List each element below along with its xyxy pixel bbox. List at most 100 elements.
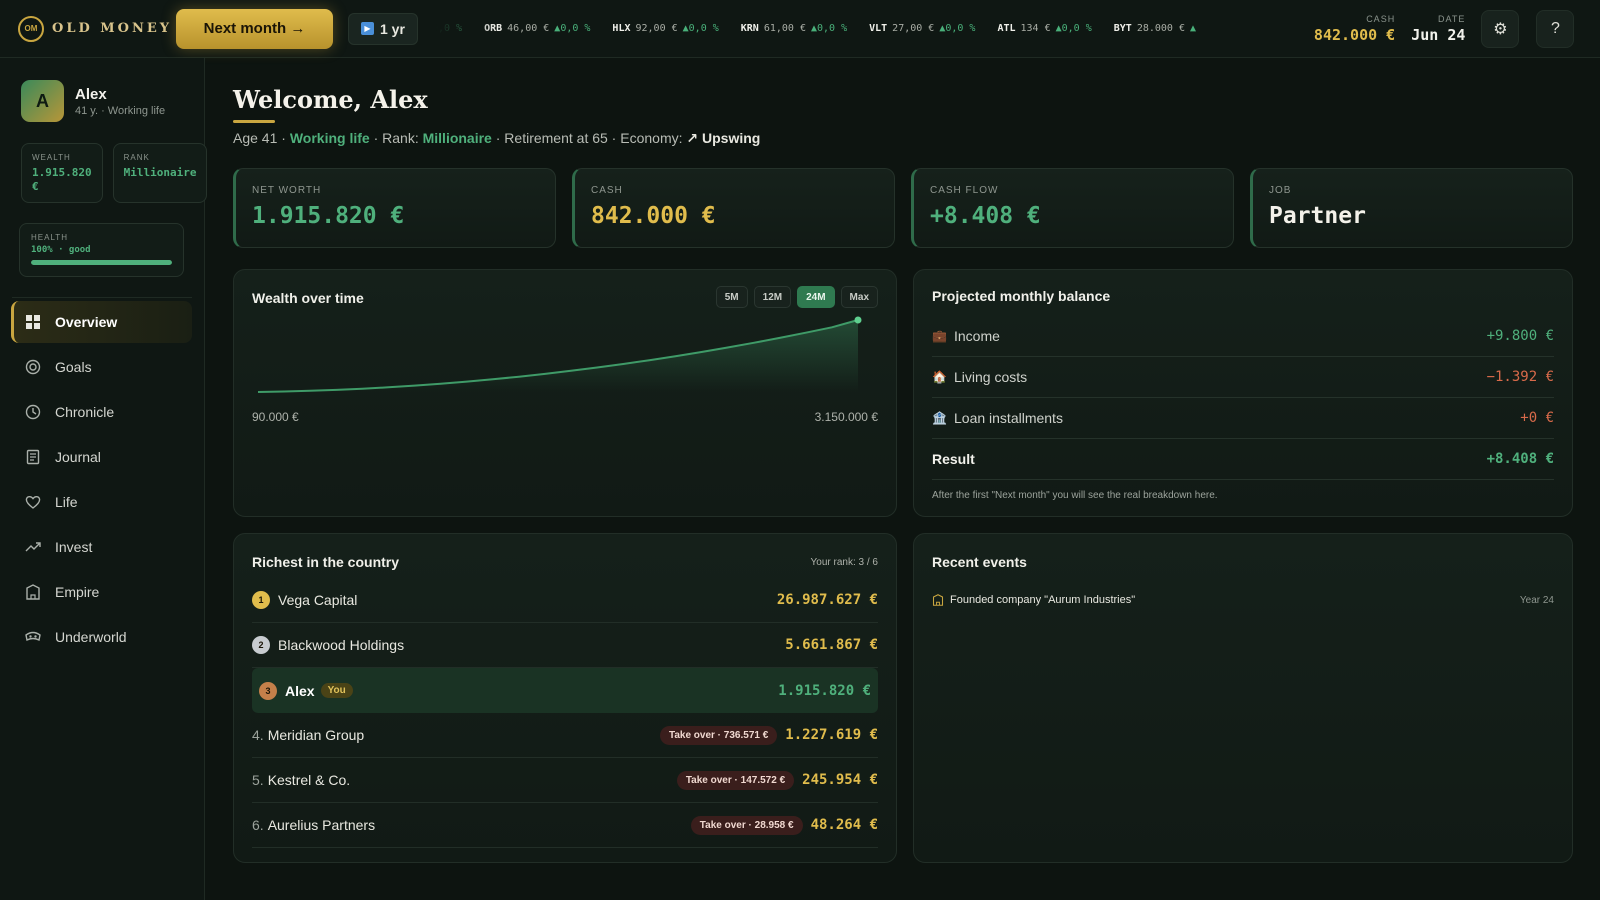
richest-amount: 1.227.619 € (785, 727, 878, 743)
help-button[interactable]: ? (1536, 9, 1575, 48)
wealth-label: WEALTH (32, 153, 71, 162)
main-nav: Overview Goals Chronicle Journal Life Invest E… (0, 301, 204, 658)
you-badge: You (320, 683, 353, 698)
stat-card-job: JOB Partner (1250, 168, 1573, 248)
ticker-price: 92,00 € (635, 23, 678, 34)
takeover-button[interactable]: Take over · 147.572 € (676, 770, 795, 790)
stat-label: NET WORTH (252, 185, 322, 196)
sidebar: A Alex 41 y. · Working life WEALTH 1.915… (0, 58, 207, 900)
economy-prefix: Economy: (620, 130, 683, 146)
richest-panel: Richest in the country Your rank: 3 / 6 … (233, 533, 897, 863)
richest-row: 5. Kestrel & Co. Take over · 147.572 € 245.… (252, 758, 878, 803)
brand-name: OLD MONEY (52, 21, 173, 36)
nav-item-underworld[interactable]: Underworld (11, 616, 192, 658)
richest-amount: 5.661.867 € (785, 637, 878, 653)
clock-icon (25, 404, 41, 420)
ticker-price: 134 € (1020, 23, 1051, 34)
cash-label: CASH (1366, 13, 1396, 24)
rank-number: 6. (252, 817, 264, 833)
wealth-area (258, 320, 858, 392)
balance-label: Living costs (954, 369, 1028, 385)
nav-label: Invest (55, 539, 93, 555)
ticker-symbol: KRN (740, 23, 759, 34)
event-item: Founded company "Aurum Industries" Year 2… (932, 594, 1554, 606)
speed-label: 1 yr (380, 20, 405, 37)
stat-value: +8.408 € (930, 203, 1041, 229)
nav-item-goals[interactable]: Goals (11, 346, 192, 388)
range-12m[interactable]: 12M (753, 286, 792, 308)
heart-icon (25, 494, 41, 510)
profile-name: Alex (75, 85, 107, 103)
grid-icon (25, 314, 41, 330)
takeover-button[interactable]: Take over · 28.958 € (690, 815, 803, 835)
rank-number: 4. (252, 727, 264, 743)
nav-item-invest[interactable]: Invest (11, 526, 192, 568)
wealth-chart (257, 316, 862, 393)
health-label: HEALTH (31, 233, 68, 242)
trend-icon (25, 539, 41, 555)
nav-label: Journal (55, 449, 101, 465)
ticker-change: ▲0,0 % (810, 23, 848, 34)
settings-button[interactable]: ⚙ (1481, 9, 1520, 48)
stat-card-cash-flow: CASH FLOW +8.408 € (911, 168, 1234, 248)
balance-row-loan-installments: 🏦 Loan installments +0 € (932, 398, 1554, 439)
trend-up-icon: ↗ (686, 130, 699, 146)
building-icon (932, 594, 944, 606)
profile: A Alex 41 y. · Working life (21, 80, 204, 122)
range-max[interactable]: Max (840, 286, 878, 308)
health-card: HEALTH 100% · good (19, 223, 184, 277)
stat-value: 842.000 € (591, 203, 716, 229)
ticker-item: KRN 61,00 € ▲0,0 % (741, 23, 847, 34)
nav-label: Underworld (55, 629, 127, 645)
nav-label: Overview (55, 314, 118, 330)
stock-ticker: €▲0,0 %ORB46,00 €▲0,0 %HLX92,00 €▲0,0 %K… (436, 0, 1306, 58)
house-icon: 🏠 (932, 370, 947, 384)
logo-mark: OM (18, 15, 44, 42)
ticker-price: 28.000 € (1136, 23, 1185, 34)
rank-medal: 2 (252, 636, 270, 654)
profile-subtitle: 41 y. · Working life (75, 104, 166, 117)
nav-item-life[interactable]: Life (11, 481, 192, 523)
speed-button[interactable]: ▶ 1 yr (348, 12, 418, 45)
stat-card-cash: CASH 842.000 € (572, 168, 895, 248)
ticker-change: ▲0,0 % (939, 23, 976, 34)
stat-label: JOB (1269, 185, 1292, 196)
richest-row: 1 Vega Capital 26.987.627 € (252, 578, 878, 623)
fast-forward-icon: ▶ (361, 22, 374, 35)
range-24m[interactable]: 24M (797, 286, 835, 308)
richest-amount: 48.264 € (810, 817, 878, 833)
balance-label: Loan installments (954, 410, 1063, 426)
richest-amount: 1.915.820 € (778, 682, 871, 699)
richest-name: Vega Capital (278, 592, 358, 608)
ticker-item: VLT 27,00 € ▲0,0 % (869, 23, 975, 34)
ticker-symbol: ORB (484, 23, 503, 34)
age-text: Age 41 (233, 130, 278, 146)
ticker-item: HLX 92,00 € ▲0,0 % (612, 23, 718, 34)
wealth-chart-title: Wealth over time (252, 290, 364, 306)
nav-item-journal[interactable]: Journal (11, 436, 192, 478)
nav-item-overview[interactable]: Overview (11, 301, 192, 343)
nav-label: Chronicle (55, 404, 115, 420)
ticker-item: ORB 46,00 € ▲0,0 % (484, 23, 590, 34)
stat-card-net-worth: NET WORTH 1.915.820 € (233, 168, 556, 248)
events-title: Recent events (932, 554, 1027, 570)
balance-result-row: Result +8.408 € (932, 439, 1554, 480)
takeover-button[interactable]: Take over · 736.571 € (659, 725, 778, 745)
health-bar-fill (31, 260, 172, 265)
chart-max-label: 3.150.000 € (814, 410, 878, 424)
richest-name: Alex (285, 682, 315, 699)
rank-prefix: Rank: (382, 130, 419, 146)
ticker-price: 46,00 € (507, 23, 550, 34)
ticker-change: ▲0,0 % (554, 23, 591, 34)
event-text: Founded company "Aurum Industries" (950, 594, 1136, 606)
wealth-chart-panel: Wealth over time 5M 12M 24M Max 90.000 € 3.… (233, 269, 897, 517)
richest-row: 4. Meridian Group Take over · 736.571 € 1.2… (252, 713, 878, 758)
gear-icon: ⚙ (1493, 20, 1508, 38)
ticker-change: ▲0,0 % (1055, 23, 1092, 34)
range-5m[interactable]: 5M (715, 286, 748, 308)
nav-item-chronicle[interactable]: Chronicle (11, 391, 192, 433)
building-icon (25, 584, 41, 600)
economy-text: Upswing (702, 130, 761, 146)
nav-item-empire[interactable]: Empire (11, 571, 192, 613)
next-month-button[interactable]: Next month → (176, 8, 333, 49)
